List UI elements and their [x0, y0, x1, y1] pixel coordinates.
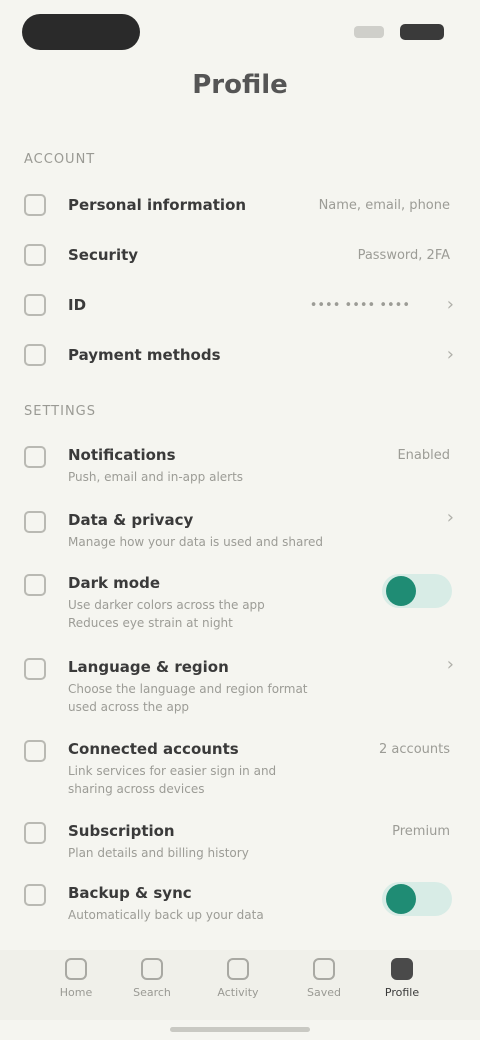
section-label-settings: Settings [24, 404, 97, 419]
row-subtitle: Manage how your data is used and shared [68, 535, 324, 549]
row-language-region[interactable]: Language & region Choose the language an… [0, 652, 480, 722]
row-subtitle-line2: Reduces eye strain at night [68, 616, 233, 630]
row-dark-mode: Dark mode Use darker colors across the a… [0, 568, 480, 638]
row-security[interactable]: Security Password, 2FA [0, 238, 480, 272]
battery-icon [400, 24, 444, 40]
row-subtitle: Choose the language and region format [68, 682, 308, 696]
row-backup-sync: Backup & sync Automatically back up your… [0, 878, 480, 928]
tab-activity[interactable]: Activity [198, 958, 278, 1018]
row-notifications[interactable]: Notifications Push, email and in-app ale… [0, 440, 480, 496]
row-title: Security [68, 246, 139, 264]
link-icon [24, 740, 46, 762]
toggle-knob [386, 884, 416, 914]
row-payment-methods[interactable]: Payment methods › [0, 338, 480, 372]
bell-icon [24, 446, 46, 468]
tab-label: Search [133, 986, 171, 999]
tab-search[interactable]: Search [112, 958, 192, 1018]
moon-icon [24, 574, 46, 596]
row-title: Data & privacy [68, 511, 194, 529]
row-value: •••• •••• •••• [309, 298, 410, 313]
search-icon [141, 958, 163, 980]
activity-icon [227, 958, 249, 980]
row-personal-information[interactable]: Personal information Name, email, phone [0, 188, 480, 222]
toggle-knob [386, 576, 416, 606]
home-indicator [170, 1027, 310, 1032]
globe-icon [24, 658, 46, 680]
backup-sync-toggle[interactable] [382, 882, 452, 916]
row-value: Password, 2FA [357, 248, 450, 263]
signal-icon [354, 26, 384, 38]
row-subtitle: Plan details and billing history [68, 846, 249, 860]
row-title: Subscription [68, 822, 175, 840]
row-subtitle: Use darker colors across the app [68, 598, 265, 612]
row-subtitle: Push, email and in-app alerts [68, 470, 244, 484]
row-value: Name, email, phone [318, 198, 450, 213]
row-title: Payment methods [68, 346, 221, 364]
bookmark-icon [313, 958, 335, 980]
tab-label: Profile [384, 986, 420, 999]
tab-profile[interactable]: Profile [362, 958, 442, 1018]
id-card-icon [24, 294, 46, 316]
tab-label: Saved [307, 986, 341, 999]
row-title: Personal information [68, 196, 247, 214]
status-bar [0, 0, 480, 66]
card-icon [24, 344, 46, 366]
row-subtitle-line2: sharing across devices [68, 782, 205, 796]
chevron-right-icon: › [446, 344, 454, 365]
chevron-right-icon: › [446, 654, 454, 675]
row-subtitle-line2: used across the app [68, 700, 190, 714]
cloud-icon [24, 884, 46, 906]
lock-icon [24, 244, 46, 266]
shield-icon [24, 511, 46, 533]
row-title: Language & region [68, 658, 229, 676]
tab-saved[interactable]: Saved [284, 958, 364, 1018]
person-icon [391, 958, 413, 980]
row-data-privacy[interactable]: Data & privacy Manage how your data is u… [0, 505, 480, 557]
tab-label: Home [59, 986, 93, 999]
bottom-tab-bar: Home Search Activity Saved Profile [0, 950, 480, 1020]
row-connected-accounts[interactable]: Connected accounts Link services for eas… [0, 734, 480, 804]
tab-home[interactable]: Home [36, 958, 116, 1018]
section-label-account: Account [24, 152, 96, 167]
tab-label: Activity [217, 986, 259, 999]
row-value: Enabled [397, 448, 450, 463]
row-id[interactable]: ID •••• •••• •••• › [0, 288, 480, 322]
row-value: Premium [392, 824, 450, 839]
row-subtitle: Automatically back up your data [68, 908, 264, 922]
row-subscription[interactable]: Subscription Plan details and billing hi… [0, 816, 480, 868]
page-title: Profile [192, 70, 288, 100]
status-icons [354, 22, 444, 42]
star-icon [24, 822, 46, 844]
status-time-pill [22, 14, 140, 50]
home-icon [65, 958, 87, 980]
row-title: Connected accounts [68, 740, 239, 758]
row-value: 2 accounts [379, 742, 450, 757]
chevron-right-icon: › [446, 507, 454, 528]
row-title: ID [68, 296, 87, 314]
row-subtitle: Link services for easier sign in and [68, 764, 277, 778]
person-icon [24, 194, 46, 216]
row-title: Notifications [68, 446, 176, 464]
row-title: Dark mode [68, 574, 161, 592]
dark-mode-toggle[interactable] [382, 574, 452, 608]
chevron-right-icon: › [446, 294, 454, 315]
row-title: Backup & sync [68, 884, 192, 902]
